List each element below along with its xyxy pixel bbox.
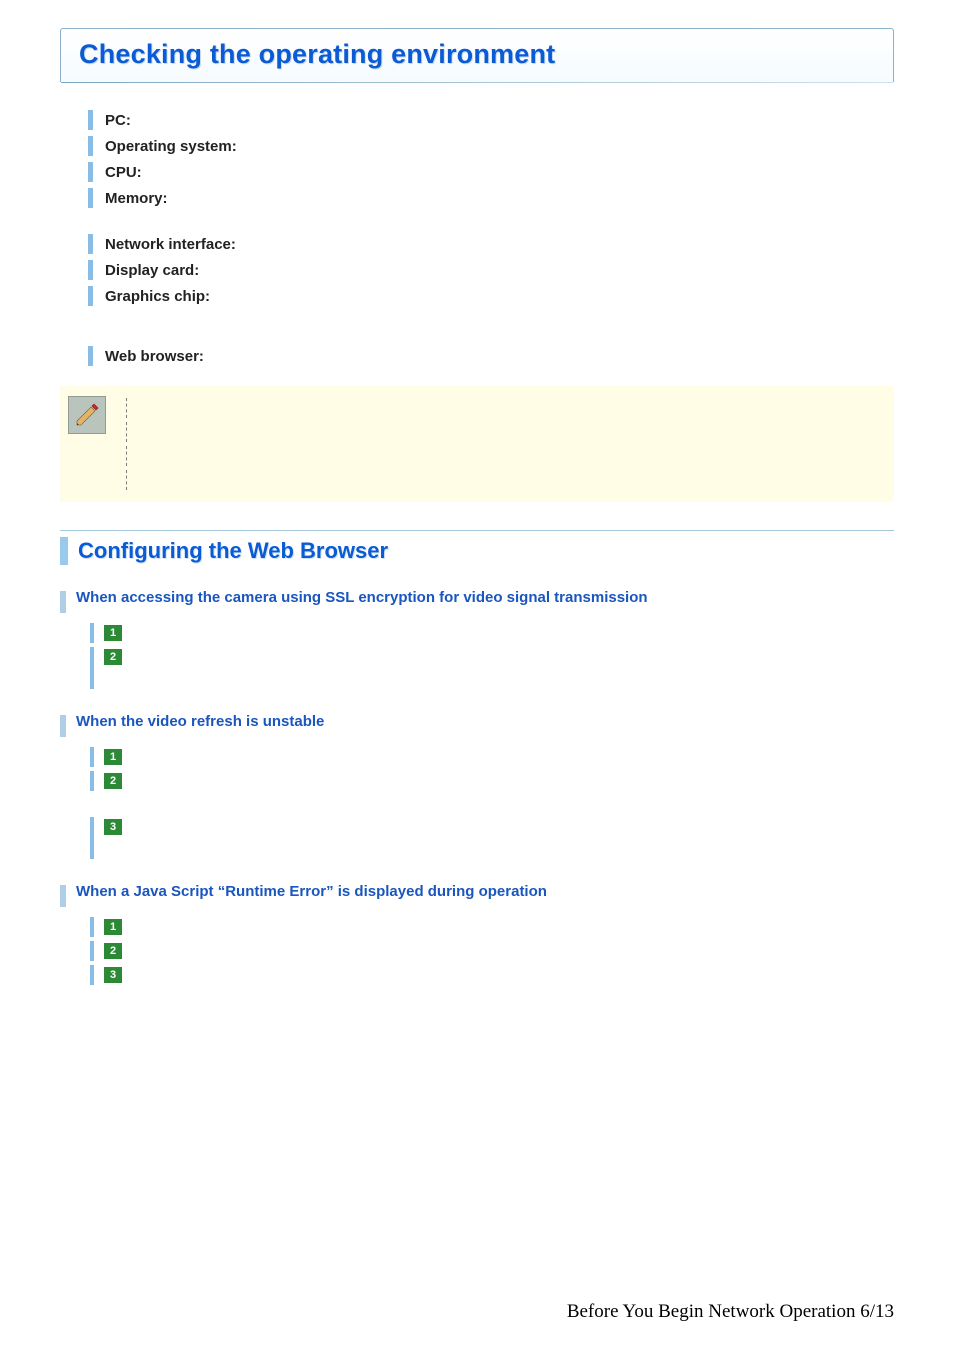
step-row: 1	[90, 917, 894, 937]
step-bar-icon	[90, 771, 94, 791]
req-item: Graphics chip:	[88, 286, 894, 306]
page: Checking the operating environment PC: O…	[0, 0, 954, 1351]
subsection-header: When the video refresh is unstable	[60, 713, 894, 737]
note-line	[126, 422, 882, 442]
section-title: Configuring the Web Browser	[78, 538, 388, 564]
step-row: 1	[90, 747, 894, 767]
step-number-badge: 2	[104, 649, 122, 665]
step-row: 2	[90, 941, 894, 961]
step-number-badge: 1	[104, 625, 122, 641]
step-number-badge: 1	[104, 749, 122, 765]
step-bar-icon	[90, 965, 94, 985]
req-item: Memory:	[88, 188, 894, 208]
step-number-badge: 3	[104, 819, 122, 835]
req-label: PC:	[105, 112, 131, 129]
req-item: Display card:	[88, 260, 894, 280]
subsection: When a Java Script “Runtime Error” is di…	[60, 883, 894, 985]
step-number-badge: 2	[104, 943, 122, 959]
note-line	[126, 398, 882, 418]
req-label: Memory:	[105, 190, 168, 207]
steps: 1 2	[90, 623, 894, 689]
bullet-bar-icon	[88, 162, 93, 182]
bullet-bar-icon	[88, 110, 93, 130]
req-item: Network interface:	[88, 234, 894, 254]
step-bar-icon	[90, 747, 94, 767]
note-lines	[126, 398, 882, 490]
bullet-bar-icon	[88, 346, 93, 366]
step-row: 3	[90, 817, 894, 859]
bullet-bar-icon	[88, 286, 93, 306]
req-label: Web browser:	[105, 348, 204, 365]
page-footer: Before You Begin Network Operation 6/13	[567, 1301, 894, 1323]
requirements-block: PC: Operating system: CPU: Memory: Netwo…	[88, 110, 894, 366]
step-number-badge: 2	[104, 773, 122, 789]
step-bar-icon	[90, 917, 94, 937]
step-bar-icon	[90, 817, 94, 859]
req-label: Network interface:	[105, 236, 236, 253]
steps: 1 2 3	[90, 747, 894, 859]
section-header-row: Configuring the Web Browser	[60, 530, 894, 565]
subsection-title: When accessing the camera using SSL encr…	[76, 589, 648, 606]
subsection-header: When a Java Script “Runtime Error” is di…	[60, 883, 894, 907]
req-item: CPU:	[88, 162, 894, 182]
subsection-title: When a Java Script “Runtime Error” is di…	[76, 883, 547, 900]
req-item: Web browser:	[88, 346, 894, 366]
bullet-bar-icon	[88, 136, 93, 156]
req-item: PC:	[88, 110, 894, 130]
req-label: Graphics chip:	[105, 288, 210, 305]
req-label: Operating system:	[105, 138, 237, 155]
sub-bar-icon	[60, 885, 66, 907]
note-line	[126, 470, 882, 490]
subsection: When the video refresh is unstable 1 2 3	[60, 713, 894, 859]
req-item: Operating system:	[88, 136, 894, 156]
step-bar-icon	[90, 941, 94, 961]
step-number-badge: 3	[104, 967, 122, 983]
step-row: 2	[90, 771, 894, 791]
step-bar-icon	[90, 623, 94, 643]
subsection: When accessing the camera using SSL encr…	[60, 589, 894, 689]
note-box	[60, 386, 894, 502]
note-pencil-icon	[68, 396, 106, 434]
main-title-box: Checking the operating environment	[60, 28, 894, 82]
sub-bar-icon	[60, 715, 66, 737]
subsection-title: When the video refresh is unstable	[76, 713, 324, 730]
subsection-header: When accessing the camera using SSL encr…	[60, 589, 894, 613]
step-row: 1	[90, 623, 894, 643]
note-line	[126, 446, 882, 466]
section-bar-icon	[60, 537, 68, 565]
req-label: Display card:	[105, 262, 199, 279]
bullet-bar-icon	[88, 260, 93, 280]
page-title: Checking the operating environment	[79, 39, 555, 69]
bullet-bar-icon	[88, 188, 93, 208]
step-bar-icon	[90, 647, 94, 689]
steps: 1 2 3	[90, 917, 894, 985]
req-label: CPU:	[105, 164, 142, 181]
sub-bar-icon	[60, 591, 66, 613]
bullet-bar-icon	[88, 234, 93, 254]
step-row: 2	[90, 647, 894, 689]
step-number-badge: 1	[104, 919, 122, 935]
step-row: 3	[90, 965, 894, 985]
